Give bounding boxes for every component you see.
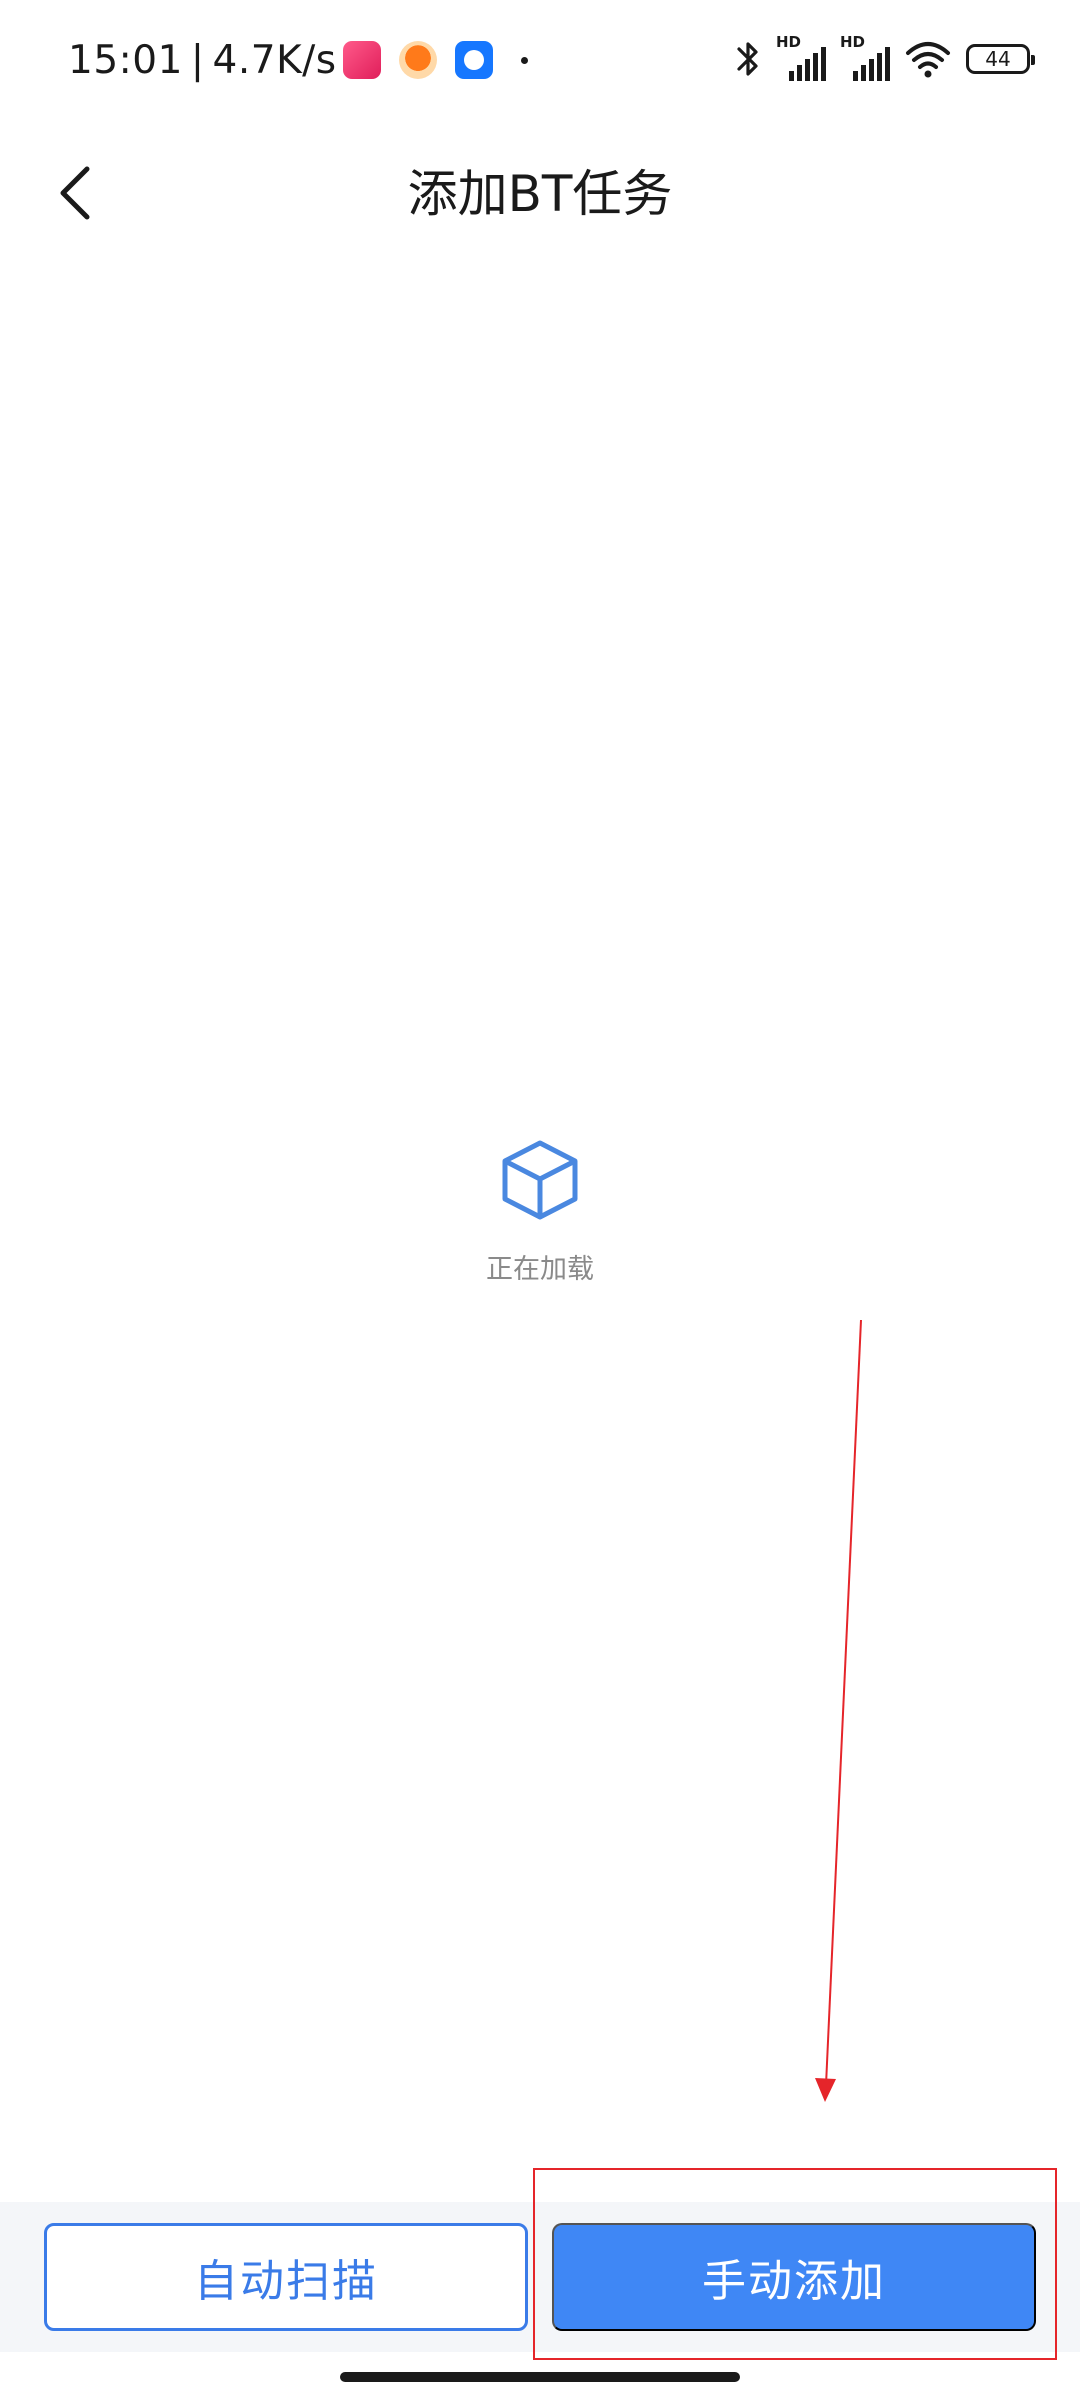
- status-separator: |: [190, 37, 205, 83]
- cellular-signal-2-icon: HD: [840, 33, 890, 81]
- more-notifications-dot-icon: [520, 56, 528, 64]
- home-indicator[interactable]: [340, 2372, 740, 2382]
- battery-level: 44: [985, 47, 1011, 71]
- header: 添加BT任务: [0, 118, 1080, 268]
- loading-text: 正在加载: [486, 1254, 594, 1285]
- bluetooth-icon: [737, 42, 758, 76]
- blue-app-icon: [454, 41, 493, 79]
- orange-app-icon: [398, 41, 437, 79]
- cellular-signal-1-icon: HD: [776, 33, 826, 81]
- auto-scan-button[interactable]: 自动扫描: [44, 2223, 528, 2331]
- bottom-action-bar: 自动扫描 手动添加: [0, 2202, 1080, 2352]
- page-title: 添加BT任务: [407, 165, 673, 223]
- status-left: 15:01 | 4.7K/s: [68, 30, 528, 90]
- wifi-icon: [906, 42, 950, 78]
- manual-add-button[interactable]: 手动添加: [552, 2223, 1036, 2331]
- status-right: HD HD 44: [736, 33, 1035, 84]
- loading-indicator: 正在加载: [0, 1135, 1080, 1286]
- network-speed: 4.7K/s: [212, 37, 337, 83]
- screen: 15:01 | 4.7K/s HD HD 44 添加BT任务 正在加载 自动扫描…: [0, 0, 1080, 2400]
- shopping-app-icon: [342, 41, 381, 79]
- battery-icon: 44: [966, 44, 1035, 74]
- status-time: 15:01: [68, 37, 183, 83]
- cube-icon: [502, 1140, 578, 1220]
- status-bar: 15:01 | 4.7K/s HD HD 44: [0, 0, 1080, 118]
